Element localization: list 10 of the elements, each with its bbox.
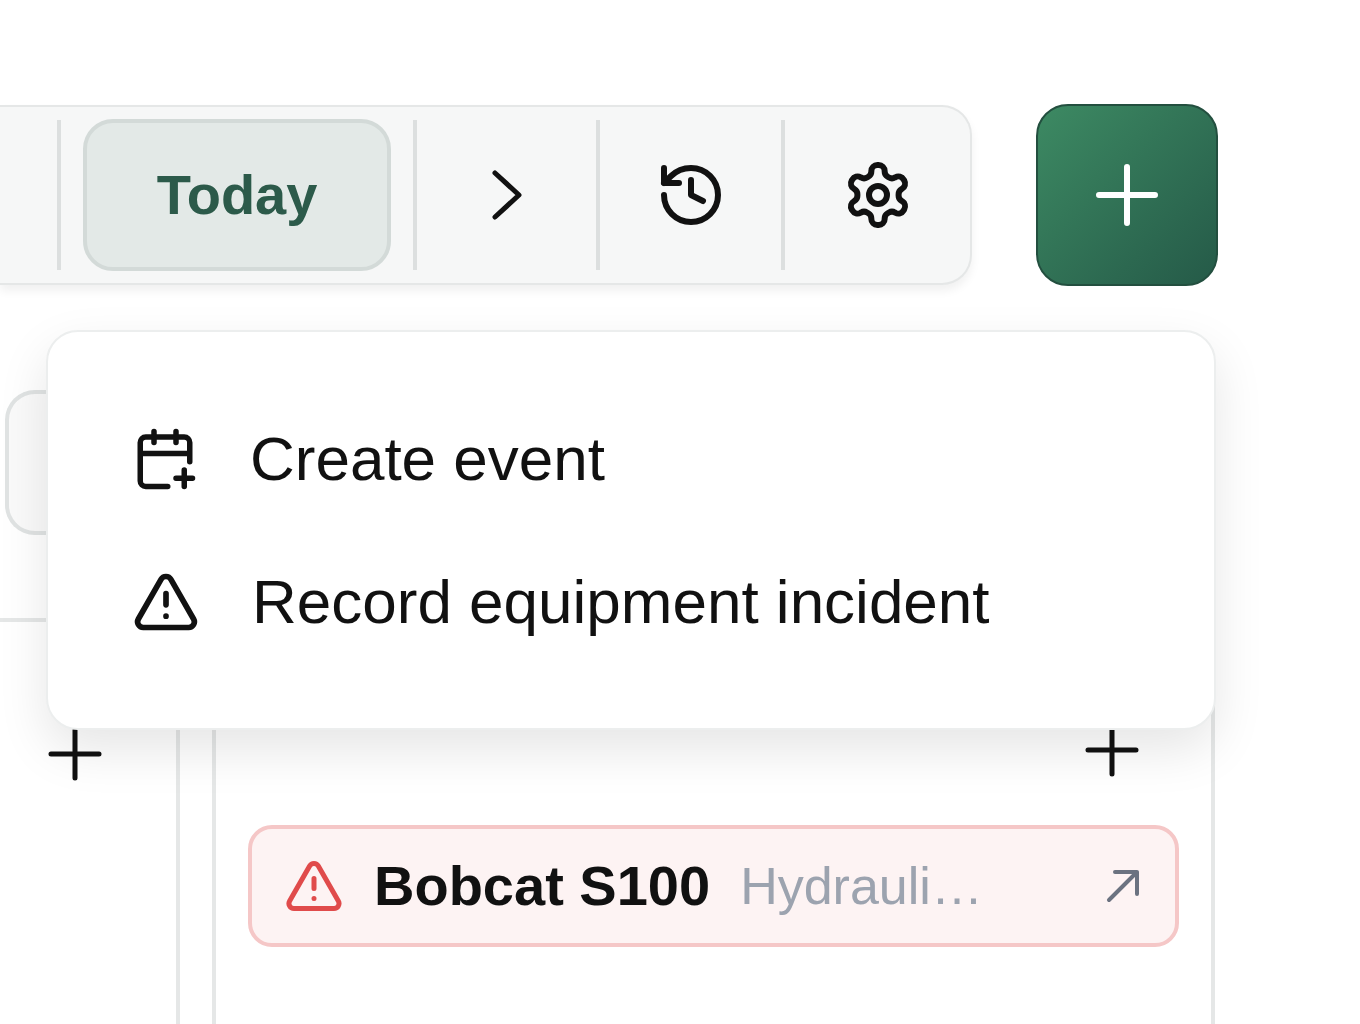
menu-item[interactable]: Record equipment incident (132, 555, 1130, 648)
chevron-right-icon[interactable] (489, 168, 524, 221)
incident-event-card[interactable]: Bobcat S100 Hydrauli… (248, 825, 1179, 947)
plus-icon (1095, 162, 1159, 227)
event-detail: Hydrauli… (740, 856, 983, 917)
plus-icon[interactable] (48, 727, 102, 781)
menu-item[interactable]: Create event (132, 412, 1130, 505)
event-title: Bobcat S100 (374, 853, 711, 919)
today-button[interactable]: Today (83, 118, 392, 271)
add-button[interactable] (1036, 103, 1218, 286)
